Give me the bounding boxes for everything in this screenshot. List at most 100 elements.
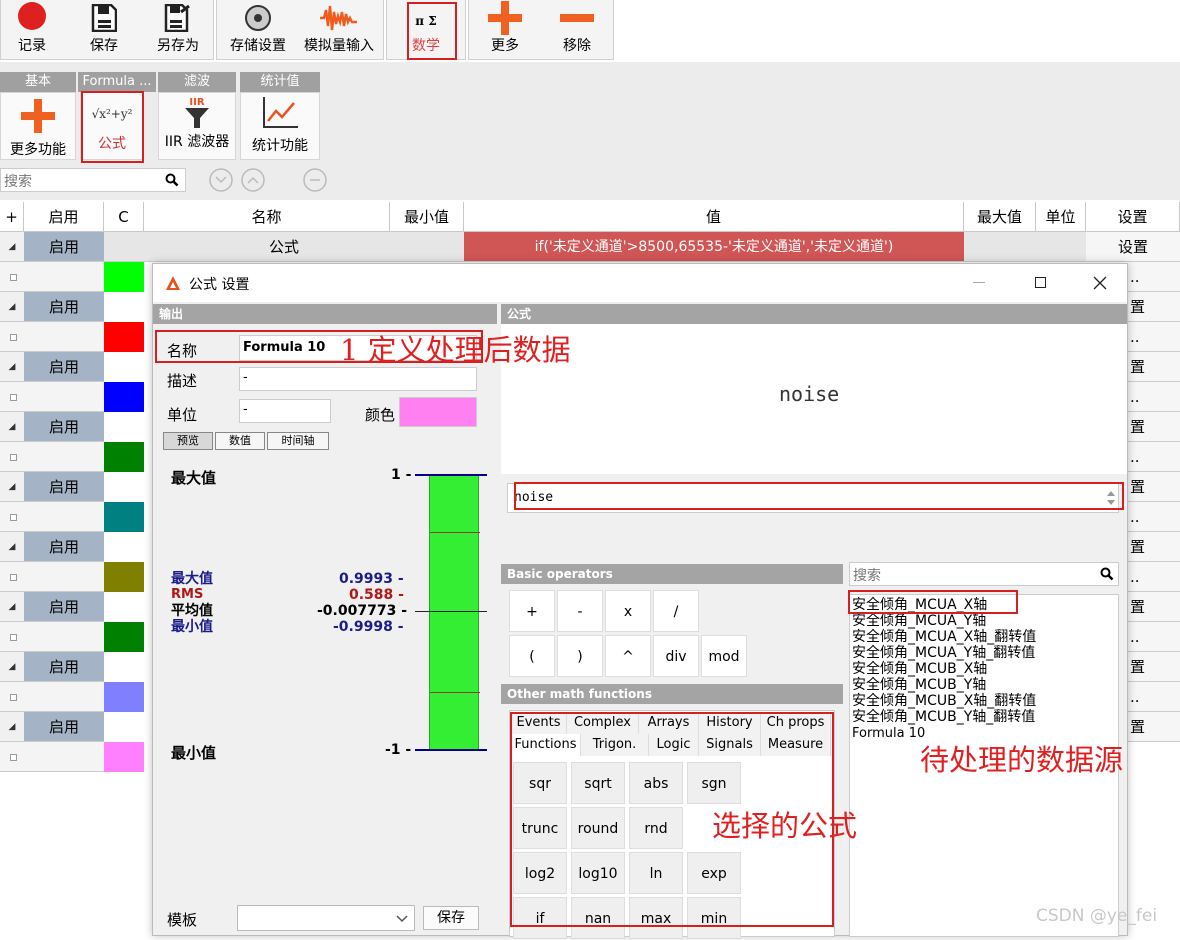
settings-cell[interactable]: .. xyxy=(1128,322,1180,352)
enable-cell[interactable]: 启用 xyxy=(24,472,104,502)
settings-cell[interactable]: .. xyxy=(1128,382,1180,412)
enable-cell[interactable]: 启用 xyxy=(24,532,104,562)
fn-trunc-button[interactable]: trunc xyxy=(513,807,567,849)
source-item[interactable]: Formula 10 xyxy=(852,726,925,742)
first-row-settings[interactable]: 设置 xyxy=(1086,232,1180,262)
fn-abs-button[interactable]: abs xyxy=(629,762,683,804)
tab-logic[interactable]: Logic xyxy=(649,734,699,756)
minimize-icon[interactable] xyxy=(973,282,985,283)
formula-button[interactable]: √x²+y² 公式 xyxy=(80,92,144,160)
fn-rnd-button[interactable]: rnd xyxy=(629,807,683,849)
col-name[interactable]: 名称 xyxy=(144,202,390,232)
stats-functions-button[interactable]: 统计功能 xyxy=(240,92,320,160)
row-expander[interactable]: ◢ xyxy=(0,292,24,322)
settings-cell[interactable]: .. xyxy=(1128,562,1180,592)
fn-nan-button[interactable]: nan xyxy=(571,897,625,939)
row-expander[interactable]: ◢ xyxy=(0,592,24,622)
col-plus[interactable]: + xyxy=(0,202,24,232)
fn-log10-button[interactable]: log10 xyxy=(571,852,625,894)
settings-cell[interactable]: 置 xyxy=(1128,292,1180,322)
source-item[interactable]: 安全倾角_MCUB_X轴 xyxy=(852,661,987,677)
search-box[interactable]: 搜索 xyxy=(0,168,186,192)
row-expander-0[interactable]: ◢ xyxy=(0,232,24,262)
settings-cell[interactable]: 置 xyxy=(1128,412,1180,442)
enable-cell[interactable]: 启用 xyxy=(24,412,104,442)
channel-color-swatch[interactable] xyxy=(104,502,144,532)
enable-cell[interactable]: 启用 xyxy=(24,712,104,742)
tab-arrays[interactable]: Arrays xyxy=(639,712,699,734)
fn-max-button[interactable]: max xyxy=(629,897,683,939)
storage-settings-button[interactable]: 存储设置 xyxy=(224,0,292,60)
settings-cell[interactable]: 置 xyxy=(1128,532,1180,562)
op-multiply-button[interactable]: x xyxy=(605,590,651,632)
spin-arrows-icon[interactable] xyxy=(1106,489,1116,507)
op-mod-button[interactable]: mod xyxy=(701,635,747,677)
row-expander[interactable]: ◢ xyxy=(0,412,24,442)
enable-cell[interactable]: 启用 xyxy=(24,352,104,382)
op-lparen-button[interactable]: ( xyxy=(509,635,555,677)
col-max[interactable]: 最大值 xyxy=(964,202,1036,232)
channel-color-swatch[interactable] xyxy=(104,442,144,472)
settings-cell[interactable]: .. xyxy=(1128,262,1180,292)
preview-tab[interactable]: 预览 xyxy=(163,432,213,450)
col-value[interactable]: 值 xyxy=(464,202,964,232)
record-button[interactable]: 记录 xyxy=(4,0,60,60)
color-picker[interactable] xyxy=(399,397,477,427)
channel-color-swatch[interactable] xyxy=(104,262,144,292)
settings-cell[interactable]: .. xyxy=(1128,502,1180,532)
source-search[interactable]: 搜索 xyxy=(849,562,1119,586)
channel-color-swatch[interactable] xyxy=(104,562,144,592)
timeline-tab[interactable]: 时间轴 xyxy=(267,432,329,450)
op-plus-button[interactable]: + xyxy=(509,590,555,632)
more-functions-button[interactable]: 更多功能 xyxy=(0,92,76,160)
op-divide-button[interactable]: / xyxy=(653,590,699,632)
tab-ch-props[interactable]: Ch props xyxy=(761,712,831,734)
search-icon[interactable] xyxy=(1100,567,1114,581)
tab-complex[interactable]: Complex xyxy=(567,712,639,734)
values-tab[interactable]: 数值 xyxy=(215,432,265,450)
ribbon-tab-formula[interactable]: Formula ... xyxy=(78,72,156,92)
collapse-all-icon[interactable] xyxy=(240,167,266,193)
tab-events[interactable]: Events xyxy=(511,712,567,734)
row-expander[interactable]: ◢ xyxy=(0,652,24,682)
fn-log2-button[interactable]: log2 xyxy=(513,852,567,894)
enable-cell[interactable]: 启用 xyxy=(24,592,104,622)
channel-color-swatch[interactable] xyxy=(104,322,144,352)
source-item[interactable]: 安全倾角_MCUB_Y轴 xyxy=(852,677,986,693)
fn-exp-button[interactable]: exp xyxy=(687,852,741,894)
tab-functions[interactable]: Functions xyxy=(511,734,581,756)
fn-sgn-button[interactable]: sgn xyxy=(687,762,741,804)
template-select[interactable] xyxy=(237,905,415,931)
settings-cell[interactable]: 置 xyxy=(1128,472,1180,502)
save-button[interactable]: 保存 xyxy=(76,0,132,60)
col-settings[interactable]: 设置 xyxy=(1086,202,1180,232)
analog-input-button[interactable]: 模拟量输入 xyxy=(298,0,380,60)
remove-button[interactable]: 移除 xyxy=(548,0,606,60)
fn-round-button[interactable]: round xyxy=(571,807,625,849)
settings-cell[interactable]: 置 xyxy=(1128,352,1180,382)
col-unit[interactable]: 单位 xyxy=(1036,202,1086,232)
settings-cell[interactable]: .. xyxy=(1128,682,1180,712)
col-min[interactable]: 最小值 xyxy=(390,202,464,232)
channel-color-swatch[interactable] xyxy=(104,742,144,772)
unit-field[interactable]: - xyxy=(239,399,331,423)
row-expander[interactable]: ◢ xyxy=(0,352,24,382)
source-item[interactable]: 安全倾角_MCUA_X轴_翻转值 xyxy=(852,629,1036,645)
enable-cell[interactable]: 启用 xyxy=(24,652,104,682)
save-as-button[interactable]: 另存为 xyxy=(148,0,208,60)
math-button[interactable]: π Σ 数学 xyxy=(394,0,458,60)
source-item[interactable]: 安全倾角_MCUB_X轴_翻转值 xyxy=(852,693,1036,709)
ribbon-tab-filter[interactable]: 滤波 xyxy=(158,72,236,92)
expand-all-icon[interactable] xyxy=(208,167,234,193)
formula-input[interactable]: noise xyxy=(507,483,1119,513)
row-expander[interactable]: ◢ xyxy=(0,472,24,502)
settings-cell[interactable]: 置 xyxy=(1128,712,1180,742)
source-item[interactable]: 安全倾角_MCUA_Y轴 xyxy=(852,613,986,629)
channel-color-swatch[interactable] xyxy=(104,682,144,712)
op-power-button[interactable]: ^ xyxy=(605,635,651,677)
tab-trigon[interactable]: Trigon. xyxy=(581,734,649,756)
channel-color-swatch[interactable] xyxy=(104,622,144,652)
settings-cell[interactable]: .. xyxy=(1128,622,1180,652)
close-icon[interactable] xyxy=(1093,276,1107,290)
col-enable[interactable]: 启用 xyxy=(24,202,104,232)
